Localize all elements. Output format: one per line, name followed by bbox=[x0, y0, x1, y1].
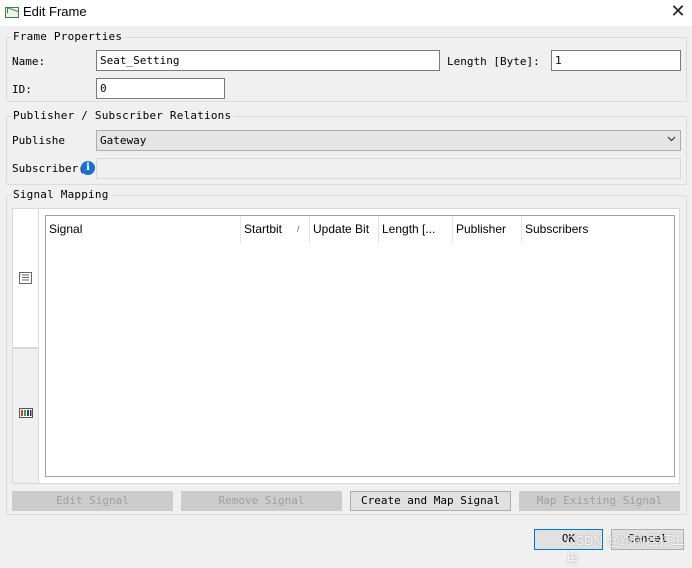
view-tab-strip bbox=[12, 208, 40, 484]
map-existing-signal-button[interactable]: Map Existing Signal bbox=[519, 491, 680, 511]
create-map-signal-button[interactable]: Create and Map Signal bbox=[350, 491, 511, 511]
frame-properties-title: Frame Properties bbox=[11, 30, 125, 43]
subscriber-label: Subscriber( bbox=[12, 162, 85, 175]
relations-title: Publisher / Subscriber Relations bbox=[11, 109, 234, 122]
close-button[interactable]: ✕ bbox=[664, 0, 692, 26]
column-header-signal[interactable]: Signal bbox=[46, 216, 241, 243]
chevron-down-icon bbox=[667, 136, 676, 142]
window-title: Edit Frame bbox=[23, 4, 87, 19]
column-header-update-bit[interactable]: Update Bit bbox=[310, 216, 379, 243]
signal-table[interactable]: Signal Startbit / Update Bit Length [...… bbox=[45, 215, 675, 477]
list-view-icon bbox=[19, 272, 32, 284]
edit-signal-button[interactable]: Edit Signal bbox=[12, 491, 173, 511]
column-header-startbit[interactable]: Startbit / bbox=[241, 216, 310, 243]
column-header-subscribers[interactable]: Subscribers bbox=[522, 216, 674, 243]
subscriber-field bbox=[96, 158, 681, 179]
tab-list-view[interactable] bbox=[12, 208, 39, 348]
column-header-publisher[interactable]: Publisher bbox=[453, 216, 522, 243]
tab-bit-layout[interactable] bbox=[12, 348, 39, 484]
length-label: Length [Byte]: bbox=[447, 55, 540, 68]
sort-indicator-icon: / bbox=[297, 224, 300, 234]
publisher-label: Publishe bbox=[12, 134, 65, 147]
publisher-dropdown[interactable]: Gateway bbox=[96, 130, 681, 151]
length-field[interactable]: 1 bbox=[551, 50, 681, 71]
remove-signal-button[interactable]: Remove Signal bbox=[181, 491, 342, 511]
frame-edit-icon bbox=[5, 7, 19, 18]
watermark: CSDN @路由器打工用 bbox=[566, 533, 685, 567]
signal-mapping-title: Signal Mapping bbox=[11, 188, 111, 201]
column-header-startbit-label: Startbit bbox=[244, 222, 283, 236]
id-field[interactable]: 0 bbox=[96, 78, 225, 99]
name-label: Name: bbox=[12, 55, 46, 68]
id-label: ID: bbox=[12, 83, 32, 96]
name-field[interactable]: Seat_Setting bbox=[96, 50, 440, 71]
title-bar: Edit Frame ✕ bbox=[0, 0, 692, 26]
info-icon[interactable]: i bbox=[81, 161, 95, 175]
bit-layout-icon bbox=[19, 408, 33, 418]
column-header-length[interactable]: Length [... bbox=[379, 216, 453, 243]
publisher-value: Gateway bbox=[100, 134, 147, 147]
